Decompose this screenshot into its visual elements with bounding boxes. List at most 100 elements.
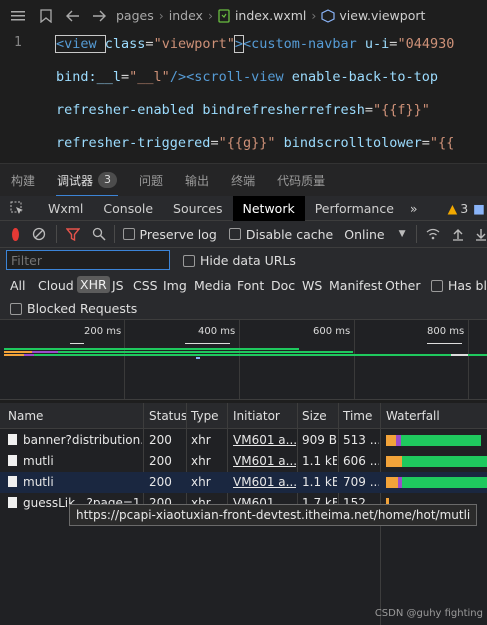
list-icon[interactable]	[10, 9, 26, 23]
warning-icon[interactable]: ▲	[448, 201, 458, 216]
breadcrumb-pages[interactable]: pages	[116, 8, 154, 23]
upload-icon[interactable]	[452, 228, 464, 241]
column-header-status[interactable]: Status	[149, 409, 187, 423]
checkbox-icon[interactable]	[431, 279, 443, 292]
preserve-log-checkbox[interactable]: Preserve log	[122, 227, 217, 242]
cell-initiator[interactable]: VM601 a...	[233, 433, 296, 447]
panel-tab[interactable]: 终端	[220, 164, 266, 197]
table-header: Name Status Type Initiator Size Time Wat…	[0, 403, 487, 429]
cell-time: 709 ...	[343, 475, 379, 489]
hide-data-urls-label: Hide data URLs	[200, 253, 296, 268]
code-token: /><scroll-view	[169, 69, 292, 85]
column-header-name[interactable]: Name	[8, 409, 43, 423]
overview-bar	[24, 354, 34, 356]
type-filter-media[interactable]: Media	[194, 278, 232, 293]
warning-count[interactable]: 3	[460, 201, 468, 216]
overview-bar	[196, 357, 200, 359]
filter-input[interactable]	[6, 250, 170, 270]
column-header-size[interactable]: Size	[302, 409, 327, 423]
search-icon[interactable]	[92, 227, 106, 241]
column-header-type[interactable]: Type	[191, 409, 219, 423]
panel-tab-label: 问题	[139, 173, 164, 188]
throttle-value: Online	[344, 226, 385, 242]
type-filter-font[interactable]: Font	[237, 278, 264, 293]
cell-initiator[interactable]: VM601 a...	[233, 475, 296, 489]
type-filter-doc[interactable]: Doc	[271, 278, 295, 293]
breadcrumb-file[interactable]: index.wxml	[235, 8, 306, 23]
divider	[415, 225, 416, 243]
has-blocked-cookies-checkbox[interactable]: Has blo	[431, 278, 487, 293]
column-header-time[interactable]: Time	[343, 409, 372, 423]
code-token: =	[421, 135, 430, 151]
breadcrumb-index[interactable]: index	[169, 8, 203, 23]
panel-tab[interactable]: 调试器 3	[46, 164, 128, 197]
panel-tab[interactable]: 输出	[174, 164, 220, 197]
record-icon[interactable]	[12, 227, 19, 241]
panel-tab[interactable]: 构建	[0, 164, 46, 197]
table-row[interactable]: banner?distribution... 200 xhr VM601 a... 90…	[0, 430, 487, 451]
checkbox-icon[interactable]	[183, 254, 195, 267]
gridline	[354, 320, 355, 399]
code-line[interactable]: refresher-enabled bindrefresherrefresh="…	[56, 97, 454, 130]
wifi-icon[interactable]	[426, 228, 440, 240]
type-filter-img[interactable]: Img	[163, 278, 187, 293]
type-filter-xhr[interactable]: XHR	[77, 276, 110, 293]
divider	[114, 225, 115, 243]
overview-bar	[451, 354, 468, 356]
code-token: =	[364, 102, 374, 118]
tick-label: 600 ms	[313, 326, 351, 337]
code-content[interactable]: <view class="viewport"><custom-navbar u-…	[55, 31, 454, 163]
tab-wxml[interactable]: Wxml	[38, 196, 93, 221]
tab-network[interactable]: Network	[232, 195, 305, 221]
hide-data-urls-checkbox[interactable]: Hide data URLs	[183, 253, 296, 268]
type-filter-js[interactable]: JS	[112, 278, 124, 293]
code-token: "{{g}}"	[218, 135, 284, 151]
code-line[interactable]: <view class="viewport"><custom-navbar u-…	[55, 31, 454, 64]
type-filter-manifest[interactable]: Manifest	[329, 278, 382, 293]
download-icon[interactable]	[475, 228, 487, 241]
table-row[interactable]: mutli 200 xhr VM601 a... 1.1 kB 709 ...	[0, 472, 487, 493]
type-filter-ws[interactable]: WS	[302, 278, 322, 293]
blocked-requests-checkbox[interactable]: Blocked Requests	[10, 301, 137, 316]
cell-type: xhr	[191, 433, 211, 447]
message-icon[interactable]: ■	[473, 201, 485, 216]
forward-arrow-icon[interactable]	[92, 10, 106, 22]
code-editor[interactable]: 1 <view class="viewport"><custom-navbar …	[0, 31, 487, 163]
type-filter-css[interactable]: CSS	[133, 278, 158, 293]
code-token: enable-back-to-top	[291, 69, 439, 85]
panel-tab[interactable]: 代码质量	[266, 164, 336, 197]
code-line[interactable]: refresher-triggered="{{g}}" bindscrollto…	[56, 130, 454, 163]
tab-performance[interactable]: Performance	[305, 196, 404, 221]
bookmark-icon[interactable]	[40, 8, 52, 23]
column-header-waterfall[interactable]: Waterfall	[386, 409, 440, 423]
tab-sources[interactable]: Sources	[163, 196, 232, 221]
panel-tab[interactable]: 问题	[128, 164, 174, 197]
table-row[interactable]: mutli 200 xhr VM601 a... 1.1 kB 606 ...	[0, 451, 487, 472]
throttle-select[interactable]: Online ▼	[344, 227, 405, 242]
cell-initiator[interactable]: VM601 a...	[233, 454, 296, 468]
type-filter-row: All Cloud XHR JS CSS Img Media Font Doc …	[0, 273, 487, 298]
back-arrow-icon[interactable]	[66, 10, 80, 22]
divider	[55, 225, 57, 243]
clear-icon[interactable]	[32, 227, 46, 241]
breadcrumb-element[interactable]: view.viewport	[339, 8, 425, 23]
filter-funnel-icon[interactable]	[66, 227, 81, 241]
checkbox-icon[interactable]	[10, 302, 22, 315]
type-filter-all[interactable]: All	[10, 278, 26, 293]
panel-tab-label: 代码质量	[277, 173, 326, 188]
bottom-panel-tabs: 构建 调试器 3 问题 输出 终端 代码质量	[0, 163, 487, 197]
column-header-initiator[interactable]: Initiator	[233, 409, 280, 423]
network-overview[interactable]: 200 ms 400 ms 600 ms 800 ms	[0, 320, 487, 400]
tab-console[interactable]: Console	[93, 196, 163, 221]
code-line[interactable]: bind:__l="__l"/><scroll-view enable-back…	[56, 64, 454, 97]
checkbox-icon[interactable]	[228, 228, 241, 240]
type-filter-cloud[interactable]: Cloud	[38, 278, 74, 293]
inspect-element-icon[interactable]	[0, 201, 34, 215]
checkbox-icon[interactable]	[122, 228, 135, 240]
disable-cache-checkbox[interactable]: Disable cache	[228, 227, 333, 242]
dropdown-arrow-icon: ▼	[398, 229, 406, 239]
document-icon	[8, 455, 17, 466]
chevron-right-icon: ›	[207, 8, 213, 23]
more-tabs-button[interactable]: »	[404, 196, 424, 221]
type-filter-other[interactable]: Other	[385, 278, 421, 293]
